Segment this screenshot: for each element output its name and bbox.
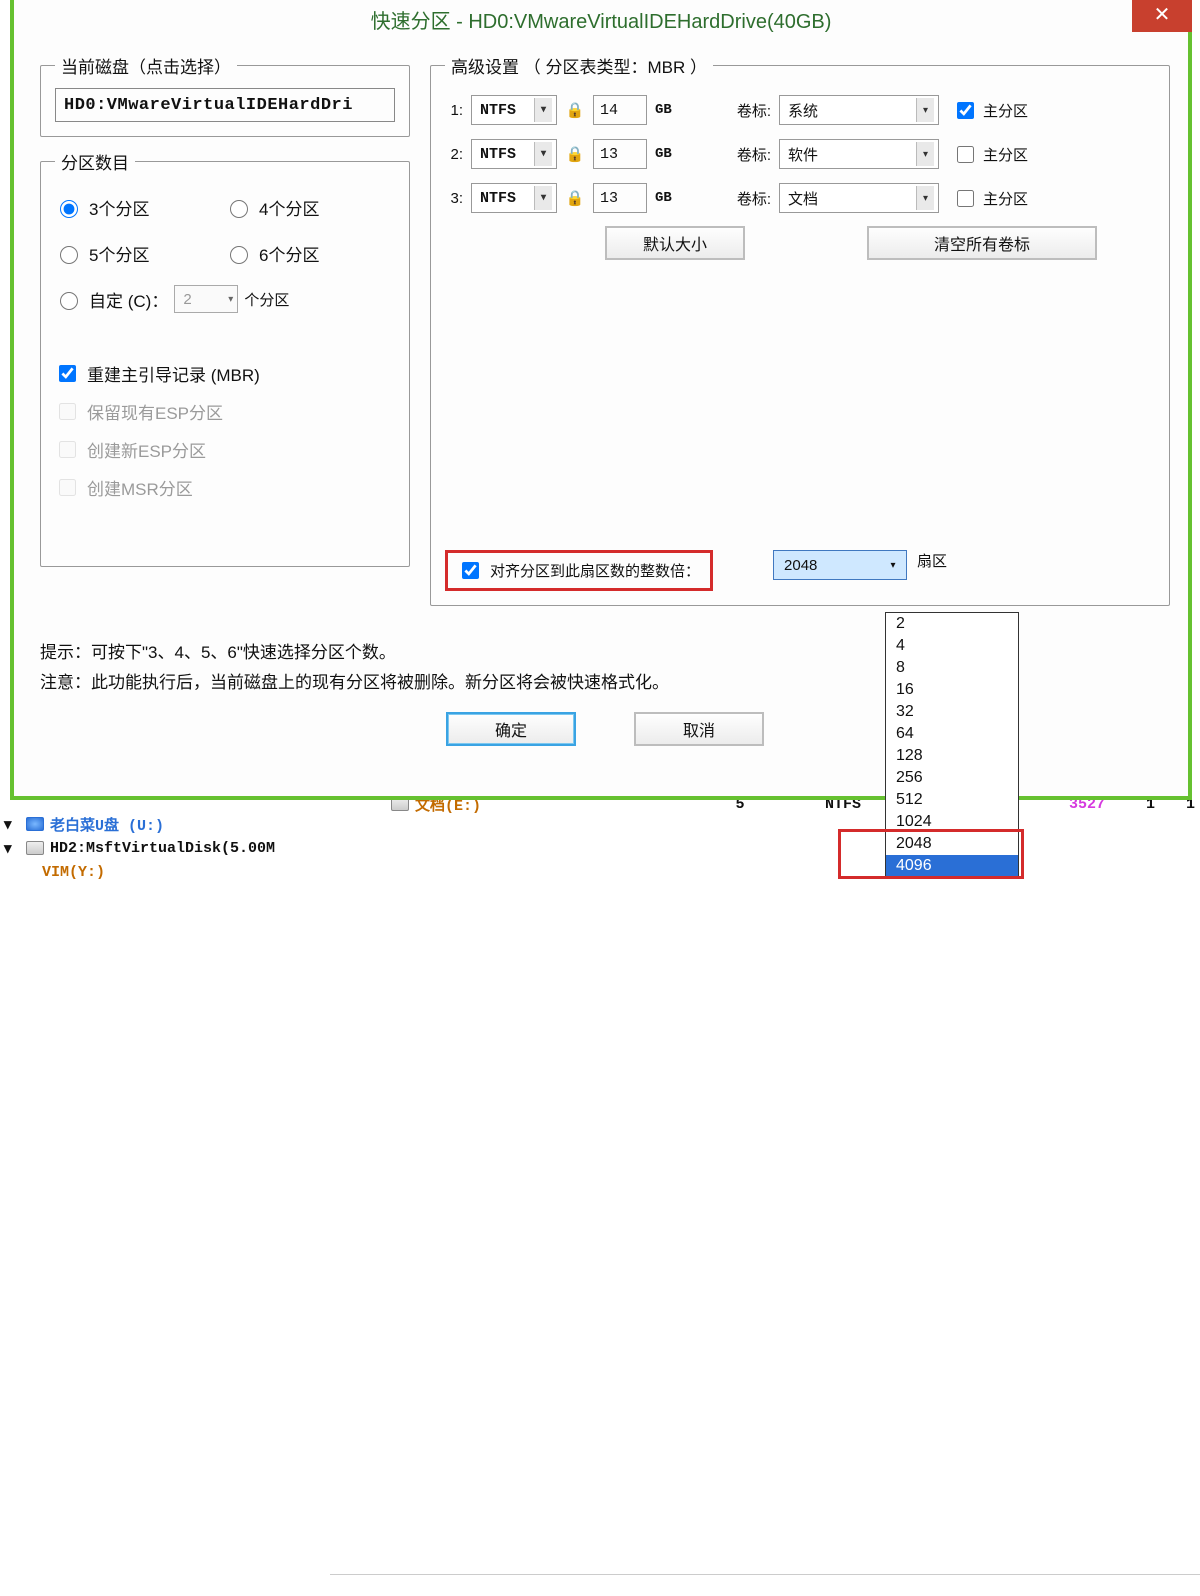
chevron-down-icon: ▾ bbox=[916, 98, 934, 122]
cancel-button[interactable]: 取消 bbox=[634, 712, 764, 746]
align-highlight-box: 对齐分区到此扇区数的整数倍： bbox=[445, 550, 713, 591]
close-icon: ✕ bbox=[1154, 2, 1171, 27]
current-disk-group: 当前磁盘（点击选择） HD0:VMwareVirtualIDEHardDri bbox=[40, 53, 410, 137]
hdd-icon bbox=[26, 841, 44, 855]
sector-align-value: 2048 bbox=[784, 557, 817, 574]
ok-button[interactable]: 确定 bbox=[446, 712, 576, 746]
custom-count-input[interactable]: 2▾ bbox=[174, 285, 238, 313]
size-unit: GB bbox=[655, 146, 685, 162]
window-title: 快速分区 - HD0:VMwareVirtualIDEHardDrive(40G… bbox=[14, 5, 1188, 34]
primary-partition-checkbox[interactable]: 主分区 bbox=[953, 143, 1028, 166]
row-index: 2: bbox=[445, 146, 463, 163]
partition-row-1: 1: NTFS▾ 🔒 14 GB 卷标: 系统▾ 主分区 bbox=[445, 88, 1155, 132]
lock-icon[interactable]: 🔒 bbox=[565, 189, 585, 207]
radio-custom-label: 自定 (C)： bbox=[89, 287, 168, 312]
current-disk-legend: 当前磁盘（点击选择） bbox=[55, 53, 237, 78]
volume-label-text: 卷标: bbox=[721, 188, 771, 209]
primary-partition-checkbox[interactable]: 主分区 bbox=[953, 99, 1028, 122]
partition-row-2: 2: NTFS▾ 🔒 13 GB 卷标: 软件▾ 主分区 bbox=[445, 132, 1155, 176]
sector-option[interactable]: 16 bbox=[886, 679, 1018, 701]
sector-option[interactable]: 8 bbox=[886, 657, 1018, 679]
advanced-settings-group: 高级设置 （ 分区表类型：MBR ） 1: NTFS▾ 🔒 14 GB 卷标: 系统▾ 主分区… bbox=[430, 53, 1170, 606]
fs-select[interactable]: NTFS▾ bbox=[471, 183, 557, 213]
clear-labels-button[interactable]: 清空所有卷标 bbox=[867, 226, 1097, 260]
volume-name-combo[interactable]: 系统▾ bbox=[779, 95, 939, 125]
radio-custom-partitions[interactable]: 自定 (C)： bbox=[55, 287, 168, 312]
sector-dropdown-list[interactable]: 248163264128256512102420484096 bbox=[885, 612, 1019, 878]
close-button[interactable]: ✕ bbox=[1132, 0, 1192, 32]
custom-suffix: 个分区 bbox=[244, 289, 289, 310]
partition-count-legend: 分区数目 bbox=[55, 149, 135, 174]
chk-keep-esp: 保留现有ESP分区 bbox=[55, 392, 395, 430]
radio-3-partitions[interactable]: 3个分区 bbox=[55, 195, 225, 220]
chevron-down-icon: ▾ bbox=[916, 142, 934, 166]
sector-option[interactable]: 32 bbox=[886, 701, 1018, 723]
sector-option[interactable]: 128 bbox=[886, 745, 1018, 767]
radio-3-label: 3个分区 bbox=[89, 195, 149, 220]
default-size-button[interactable]: 默认大小 bbox=[605, 226, 745, 260]
usb-drive-icon bbox=[26, 817, 44, 831]
radio-5-partitions[interactable]: 5个分区 bbox=[55, 241, 225, 266]
size-input[interactable]: 14 bbox=[593, 95, 647, 125]
row-index: 3: bbox=[445, 190, 463, 207]
fs-select[interactable]: NTFS▾ bbox=[471, 139, 557, 169]
partition-row-3: 3: NTFS▾ 🔒 13 GB 卷标: 文档▾ 主分区 bbox=[445, 176, 1155, 220]
radio-5-label: 5个分区 bbox=[89, 241, 149, 266]
row-index: 1: bbox=[445, 102, 463, 119]
chevron-down-icon: ▾ bbox=[884, 553, 902, 577]
chk-rebuild-mbr[interactable]: 重建主引导记录 (MBR) bbox=[55, 354, 395, 392]
advanced-settings-legend: 高级设置 （ 分区表类型：MBR ） bbox=[445, 53, 713, 78]
radio-6-label: 6个分区 bbox=[259, 241, 319, 266]
sector-option[interactable]: 256 bbox=[886, 767, 1018, 789]
primary-partition-checkbox[interactable]: 主分区 bbox=[953, 187, 1028, 210]
size-input[interactable]: 13 bbox=[593, 183, 647, 213]
bg-usb[interactable]: 老白菜U盘 (U:) bbox=[50, 814, 164, 835]
sector-option[interactable]: 64 bbox=[886, 723, 1018, 745]
radio-4-partitions[interactable]: 4个分区 bbox=[225, 195, 395, 220]
chevron-down-icon: ▾ bbox=[534, 142, 552, 166]
volume-label-text: 卷标: bbox=[721, 100, 771, 121]
sector-suffix: 扇区 bbox=[917, 550, 947, 571]
size-input[interactable]: 13 bbox=[593, 139, 647, 169]
chk-msr: 创建MSR分区 bbox=[55, 468, 395, 506]
radio-6-partitions[interactable]: 6个分区 bbox=[225, 241, 395, 266]
partition-count-group: 分区数目 3个分区 4个分区 5个分区 6个分区 自定 (C)： 2▾ 个分区 bbox=[40, 149, 410, 567]
size-unit: GB bbox=[655, 102, 685, 118]
sector-option[interactable]: 4096 bbox=[886, 855, 1018, 877]
chevron-down-icon: ▾ bbox=[916, 186, 934, 210]
fs-select[interactable]: NTFS▾ bbox=[471, 95, 557, 125]
current-disk-value: HD0:VMwareVirtualIDEHardDri bbox=[64, 96, 353, 115]
sector-align-select[interactable]: 2048 ▾ bbox=[773, 550, 907, 580]
current-disk-field[interactable]: HD0:VMwareVirtualIDEHardDri bbox=[55, 88, 395, 122]
chevron-down-icon: ▾ bbox=[534, 98, 552, 122]
lock-icon[interactable]: 🔒 bbox=[565, 145, 585, 163]
volume-name-combo[interactable]: 软件▾ bbox=[779, 139, 939, 169]
bg-vim[interactable]: VIM(Y:) bbox=[42, 864, 105, 881]
volume-label-text: 卷标: bbox=[721, 144, 771, 165]
titlebar: 快速分区 - HD0:VMwareVirtualIDEHardDrive(40G… bbox=[14, 0, 1188, 38]
sector-option[interactable]: 2 bbox=[886, 613, 1018, 635]
chevron-down-icon: ▾ bbox=[228, 294, 233, 305]
chk-new-esp: 创建新ESP分区 bbox=[55, 430, 395, 468]
size-unit: GB bbox=[655, 190, 685, 206]
align-label: 对齐分区到此扇区数的整数倍： bbox=[490, 560, 700, 581]
chk-align-sectors[interactable]: 对齐分区到此扇区数的整数倍： bbox=[458, 559, 700, 582]
sector-option[interactable]: 2048 bbox=[886, 833, 1018, 855]
volume-name-combo[interactable]: 文档▾ bbox=[779, 183, 939, 213]
sector-option[interactable]: 1024 bbox=[886, 811, 1018, 833]
chevron-down-icon: ▾ bbox=[534, 186, 552, 210]
bg-hd2[interactable]: HD2:MsftVirtualDisk(5.00M bbox=[50, 840, 275, 857]
sector-option[interactable]: 4 bbox=[886, 635, 1018, 657]
sector-option[interactable]: 512 bbox=[886, 789, 1018, 811]
radio-4-label: 4个分区 bbox=[259, 195, 319, 220]
lock-icon[interactable]: 🔒 bbox=[565, 101, 585, 119]
